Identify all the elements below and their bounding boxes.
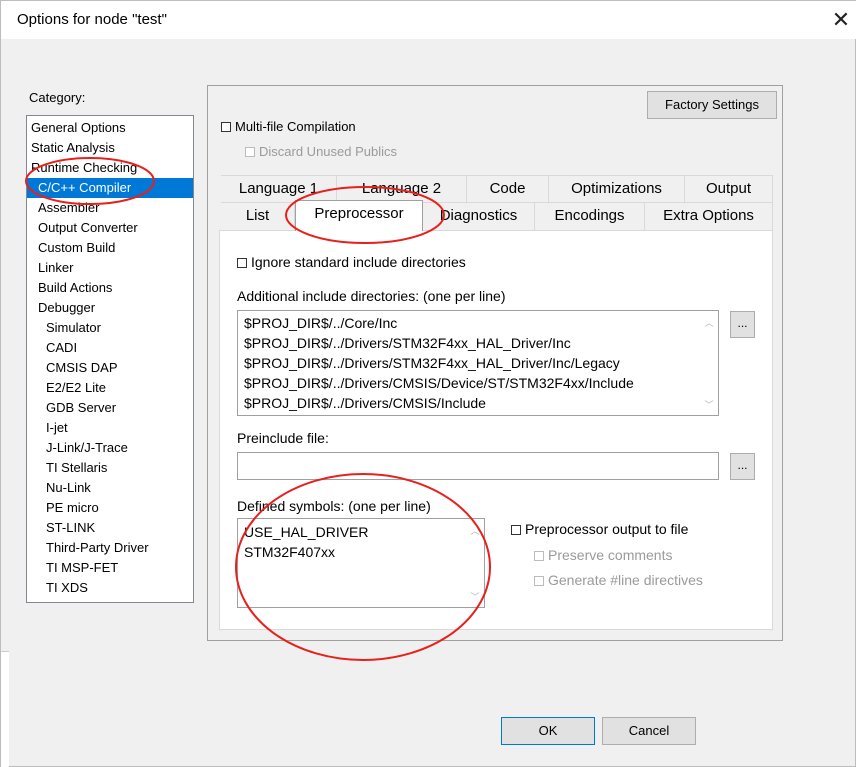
category-item[interactable]: Simulator <box>46 318 101 338</box>
category-item[interactable]: J-Link/J-Trace <box>46 438 128 458</box>
checkbox-box[interactable] <box>221 122 231 132</box>
category-item[interactable]: Custom Build <box>38 238 115 258</box>
preserve-comments-checkbox: Preserve comments <box>534 547 672 563</box>
defined-symbols-textarea[interactable]: USE_HAL_DRIVER STM32F407xx ︿ ﹀ <box>237 518 485 608</box>
category-item[interactable]: Runtime Checking <box>31 158 137 178</box>
preprocessor-output-label: Preprocessor output to file <box>525 521 689 537</box>
category-item[interactable]: GDB Server <box>46 398 116 418</box>
category-item[interactable]: Output Converter <box>38 218 138 238</box>
preinclude-file-label: Preinclude file: <box>237 430 329 446</box>
ignore-standard-include-checkbox[interactable]: Ignore standard include directories <box>237 254 466 270</box>
tab-optimizations[interactable]: Optimizations <box>549 175 685 203</box>
include-directories-label: Additional include directories: (one per… <box>237 288 506 304</box>
generate-line-directives-checkbox: Generate #line directives <box>534 572 703 588</box>
category-item[interactable]: E2/E2 Lite <box>46 378 106 398</box>
defined-symbols-label: Defined symbols: (one per line) <box>237 498 431 514</box>
title-bar: Options for node "test" ✕ <box>1 1 856 39</box>
scroll-down-icon[interactable]: ﹀ <box>470 590 480 603</box>
category-item[interactable]: TI MSP-FET <box>46 558 118 578</box>
checkbox-box <box>245 147 255 157</box>
include-dir-line: $PROJ_DIR$/../Drivers/CMSIS/Include <box>244 395 486 411</box>
browse-include-button[interactable]: ... <box>730 311 755 338</box>
tab-encodings[interactable]: Encodings <box>535 202 645 230</box>
category-list[interactable]: General Options Static Analysis Runtime Ch… <box>26 115 194 603</box>
tab-diagnostics[interactable]: Diagnostics <box>423 202 535 230</box>
tab-language-2[interactable]: Language 2 <box>337 175 467 203</box>
category-item[interactable]: TI Stellaris <box>46 458 107 478</box>
scroll-up-icon[interactable]: ︿ <box>704 316 714 329</box>
category-item[interactable]: CADI <box>46 338 77 358</box>
category-item[interactable]: ST-LINK <box>46 518 95 538</box>
category-item[interactable]: C/C++ Compiler <box>27 178 193 198</box>
preinclude-file-input[interactable] <box>237 452 719 480</box>
category-item[interactable]: I-jet <box>46 418 68 438</box>
ignore-standard-include-label: Ignore standard include directories <box>251 254 466 270</box>
category-item[interactable]: Build Actions <box>38 278 112 298</box>
category-label: Category: <box>29 90 86 105</box>
include-directories-textarea[interactable]: $PROJ_DIR$/../Core/Inc $PROJ_DIR$/../Dri… <box>237 310 719 416</box>
category-item[interactable]: TI XDS <box>46 578 88 598</box>
close-icon[interactable]: ✕ <box>827 6 855 34</box>
tab-preprocessor[interactable]: Preprocessor <box>295 200 423 231</box>
defined-symbol-line: USE_HAL_DRIVER <box>244 524 369 540</box>
cancel-button[interactable]: Cancel <box>602 717 696 745</box>
category-item[interactable]: Nu-Link <box>46 478 91 498</box>
defined-symbol-line: STM32F407xx <box>244 544 336 560</box>
tab-code[interactable]: Code <box>467 175 549 203</box>
category-item[interactable]: Assembler <box>38 198 99 218</box>
dialog-title: Options for node "test" <box>17 11 167 28</box>
generate-line-directives-label: Generate #line directives <box>548 572 703 588</box>
include-dir-line: $PROJ_DIR$/../Drivers/CMSIS/Device/ST/ST… <box>244 375 634 391</box>
scroll-down-icon[interactable]: ﹀ <box>704 398 714 411</box>
background-window-edge <box>1 651 9 767</box>
defined-symbols-scrollbar[interactable]: ︿ ﹀ <box>466 519 484 607</box>
include-dir-line: $PROJ_DIR$/../Drivers/STM32F4xx_HAL_Driv… <box>244 355 620 371</box>
category-item[interactable]: General Options <box>31 118 126 138</box>
ok-button[interactable]: OK <box>501 717 595 745</box>
category-item[interactable]: Linker <box>38 258 73 278</box>
multifile-compilation-label: Multi-file Compilation <box>235 119 356 134</box>
factory-settings-button[interactable]: Factory Settings <box>647 91 777 119</box>
options-dialog: Options for node "test" ✕ Category: Gene… <box>0 0 856 767</box>
checkbox-box <box>534 551 544 561</box>
include-dirs-scrollbar[interactable]: ︿ ﹀ <box>700 311 718 415</box>
tab-list[interactable]: List <box>221 202 295 230</box>
include-dir-line: $PROJ_DIR$/../Drivers/STM32F4xx_HAL_Driv… <box>244 335 571 351</box>
preprocessor-output-checkbox[interactable]: Preprocessor output to file <box>511 521 688 537</box>
tab-extra-options[interactable]: Extra Options <box>645 202 773 230</box>
scroll-up-icon[interactable]: ︿ <box>470 524 480 537</box>
include-dir-line: $PROJ_DIR$/../Core/Inc <box>244 315 398 331</box>
discard-unused-publics-label: Discard Unused Publics <box>259 144 398 159</box>
preserve-comments-label: Preserve comments <box>548 547 673 563</box>
category-item[interactable]: PE micro <box>46 498 99 518</box>
category-item[interactable]: Debugger <box>38 298 95 318</box>
checkbox-box[interactable] <box>511 525 521 535</box>
tab-language-1[interactable]: Language 1 <box>221 175 337 203</box>
browse-preinclude-button[interactable]: ... <box>730 453 755 480</box>
category-item[interactable]: Third-Party Driver <box>46 538 149 558</box>
category-item[interactable]: CMSIS DAP <box>46 358 118 378</box>
checkbox-box[interactable] <box>237 258 247 268</box>
multifile-compilation-checkbox[interactable]: Multi-file Compilation <box>221 119 356 134</box>
discard-unused-publics-checkbox: Discard Unused Publics <box>245 144 397 159</box>
checkbox-box <box>534 576 544 586</box>
tab-output[interactable]: Output <box>685 175 773 203</box>
category-item[interactable]: Static Analysis <box>31 138 115 158</box>
